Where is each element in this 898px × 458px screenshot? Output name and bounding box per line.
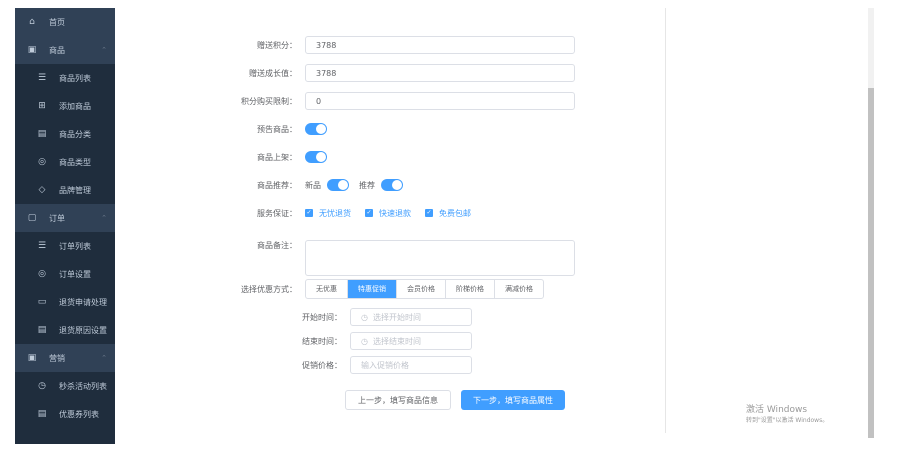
tag-icon: ◇ [38, 185, 46, 195]
menu-order[interactable]: ▢ 订单 ⌃ [15, 204, 115, 232]
points-limit-input[interactable]: 0 [305, 92, 575, 110]
clipboard-icon: ▢ [27, 213, 37, 223]
sidebar-item[interactable]: ☰ 订单列表 [15, 232, 115, 260]
type-icon: ◎ [38, 157, 46, 167]
home-icon: ⌂ [29, 17, 35, 27]
product-promotion-form: 赠送积分： 3788 赠送成长值： 3788 积分购买限制： 0 预告商品： 商品上架… [200, 8, 666, 433]
menu-home[interactable]: ⌂ 首页 [15, 8, 115, 36]
new-switch[interactable] [327, 179, 349, 191]
list-icon: ☰ [37, 241, 47, 251]
clock-icon: ◷ [38, 381, 46, 391]
promo-tab[interactable]: 阶梯价格 [446, 280, 495, 298]
check-icon: ✓ [365, 209, 373, 217]
service-checkbox[interactable]: ✓ 免费包邮 [425, 208, 471, 219]
sidebar: ⌂ 首页 ▣ 商品 ⌃ ☰ 商品列表 ⊞ 添加商品 ▤ 商品分类 ◎ 商品类型 ◇ 品牌管理 ▢… [15, 8, 115, 444]
sidebar-item[interactable]: ◎ 订单设置 [15, 260, 115, 288]
publish-switch[interactable] [305, 151, 327, 163]
scrollbar[interactable] [868, 8, 874, 438]
clock-icon: ◷ [361, 336, 368, 346]
sidebar-item[interactable]: ▭ 退货申请处理 [15, 288, 115, 316]
marketing-icon: ▣ [27, 353, 37, 363]
promo-tab[interactable]: 无优惠 [306, 280, 348, 298]
clock-icon: ◷ [361, 312, 368, 322]
list-icon: ☰ [37, 73, 47, 83]
menu-product[interactable]: ▣ 商品 ⌃ [15, 36, 115, 64]
end-time-picker[interactable]: ◷ 选择结束时间 [350, 332, 472, 350]
sidebar-item[interactable]: ▤ 优惠券列表 [15, 400, 115, 428]
check-icon: ✓ [305, 209, 313, 217]
promo-tab[interactable]: 特惠促销 [348, 280, 397, 298]
gift-growth-input[interactable]: 3788 [305, 64, 575, 82]
category-icon: ▤ [37, 129, 47, 139]
menu-marketing[interactable]: ▣ 营销 ⌃ [15, 344, 115, 372]
next-step-button[interactable]: 下一步，填写商品属性 [461, 390, 565, 410]
coupon-icon: ▤ [37, 409, 47, 419]
sidebar-item[interactable]: ☰ 商品列表 [15, 64, 115, 92]
check-icon: ✓ [425, 209, 433, 217]
sidebar-item[interactable]: ▤ 商品分类 [15, 120, 115, 148]
note-textarea[interactable] [305, 240, 575, 276]
reason-icon: ▤ [37, 325, 47, 335]
start-time-picker[interactable]: ◷ 选择开始时间 [350, 308, 472, 326]
sidebar-item[interactable]: ⊞ 添加商品 [15, 92, 115, 120]
promo-price-input[interactable]: 输入促销价格 [350, 356, 472, 374]
scrollbar-thumb[interactable] [868, 88, 874, 438]
promo-tab[interactable]: 满减价格 [495, 280, 543, 298]
prev-step-button[interactable]: 上一步，填写商品信息 [345, 390, 451, 410]
windows-watermark: 激活 Windows 转到"设置"以激活 Windows。 [746, 405, 829, 424]
sidebar-item[interactable]: ▤ 退货原因设置 [15, 316, 115, 344]
service-checkbox[interactable]: ✓ 快速退款 [365, 208, 411, 219]
gift-points-input[interactable]: 3788 [305, 36, 575, 54]
preview-switch[interactable] [305, 123, 327, 135]
promo-tab[interactable]: 会员价格 [397, 280, 446, 298]
recommend-switch[interactable] [381, 179, 403, 191]
chevron-up-icon: ⌃ [101, 46, 107, 54]
service-checkbox[interactable]: ✓ 无忧退货 [305, 208, 351, 219]
sidebar-item[interactable]: ◇ 品牌管理 [15, 176, 115, 204]
return-icon: ▭ [37, 297, 47, 307]
product-icon: ▣ [27, 45, 37, 55]
add-icon: ⊞ [38, 101, 46, 111]
chevron-up-icon: ⌃ [101, 354, 107, 362]
chevron-up-icon: ⌃ [101, 214, 107, 222]
promo-tabs: 无优惠 特惠促销 会员价格 阶梯价格 满减价格 [305, 279, 544, 299]
sidebar-item[interactable]: ◷ 秒杀活动列表 [15, 372, 115, 400]
settings-icon: ◎ [38, 269, 46, 279]
sidebar-item[interactable]: ◎ 商品类型 [15, 148, 115, 176]
